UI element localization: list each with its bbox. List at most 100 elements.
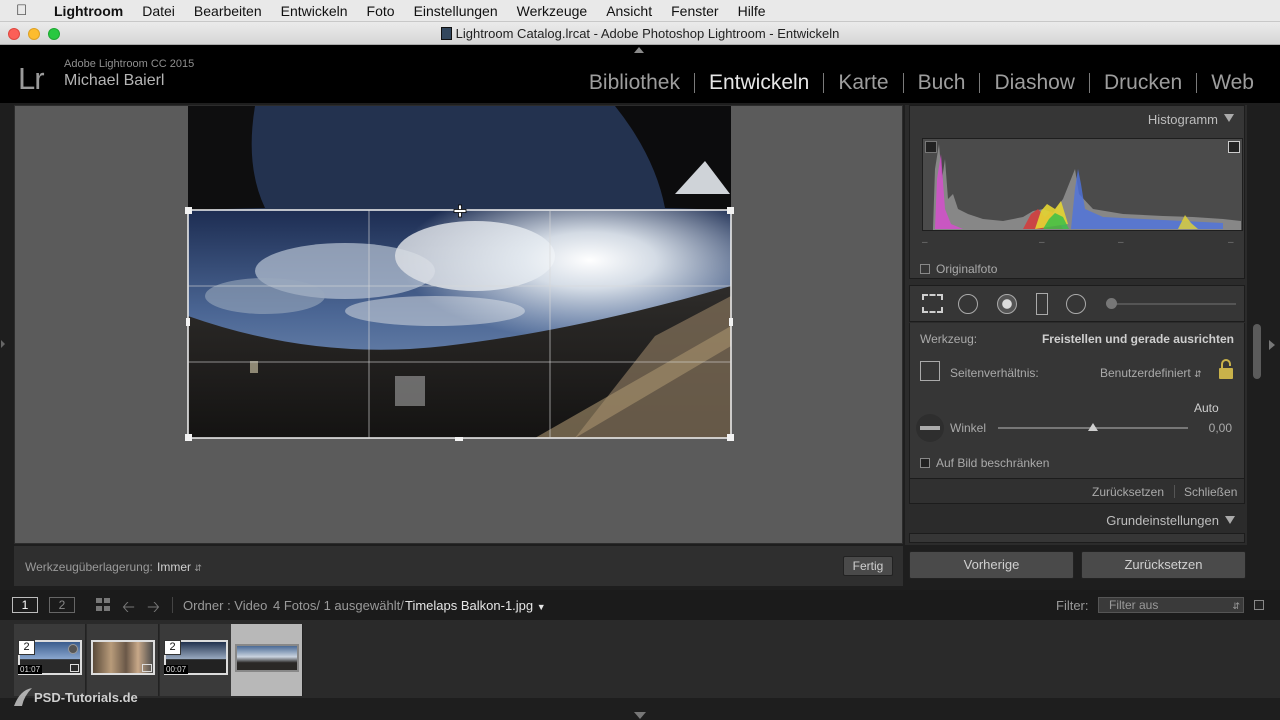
video-duration: 01:07 <box>18 665 43 674</box>
filmstrip-thumbnail[interactable] <box>235 644 299 672</box>
collapse-filmstrip-icon[interactable] <box>634 712 646 719</box>
aspect-ratio-label: Seitenverhältnis: <box>950 366 1039 380</box>
original-photo-checkbox[interactable]: Originalfoto <box>920 262 997 276</box>
source-folder[interactable]: Ordner : Video <box>183 598 267 613</box>
menu-item-ansicht[interactable]: Ansicht <box>606 3 652 19</box>
angle-label: Winkel <box>950 421 987 435</box>
video-badge-icon <box>70 664 79 672</box>
collapse-triangle-icon[interactable] <box>1225 516 1235 524</box>
done-button[interactable]: Fertig <box>843 556 893 576</box>
second-window-button[interactable]: 2 <box>49 597 75 613</box>
menu-item-werkzeuge[interactable]: Werkzeuge <box>517 3 588 19</box>
auto-button[interactable]: Auto <box>1194 401 1219 415</box>
module-picker: Bibliothek Entwickeln Karte Buch Diashow… <box>575 71 1268 95</box>
module-web[interactable]: Web <box>1197 71 1268 95</box>
histogram-value-1: – <box>922 237 928 248</box>
radial-filter-tool-icon[interactable] <box>1066 294 1086 314</box>
watermark-text: PSD-Tutorials.de <box>34 690 138 705</box>
menu-app-name[interactable]: Lightroom <box>54 3 123 19</box>
crop-overlay-tool-icon[interactable] <box>922 294 943 313</box>
updown-chevron-icon: ⇵ <box>1232 601 1240 611</box>
menu-item-bearbeiten[interactable]: Bearbeiten <box>194 3 262 19</box>
straighten-tool-icon[interactable] <box>916 414 944 442</box>
graduated-filter-tool-icon[interactable] <box>1036 293 1048 315</box>
window-title-text: Lightroom Catalog.lrcat - Adobe Photosho… <box>455 26 840 41</box>
left-panel-toggle-icon[interactable] <box>1 340 5 348</box>
right-panel: Histogramm – – – – Originalfoto Werkzeug… <box>905 105 1247 545</box>
crop-preview[interactable] <box>15 106 904 545</box>
watermark-logo-icon <box>12 686 34 708</box>
module-buch[interactable]: Buch <box>904 71 980 95</box>
collapse-triangle-icon[interactable] <box>1224 114 1234 122</box>
basic-panel-body <box>909 533 1245 543</box>
histogram-value-2: – <box>1039 237 1045 248</box>
filter-select[interactable]: Filter aus ⇵ <box>1098 597 1244 613</box>
menu-item-datei[interactable]: Datei <box>142 3 175 19</box>
toolbar: Werkzeugüberlagerung: Immer ⇵ Fertig <box>14 546 903 586</box>
spot-removal-tool-icon[interactable] <box>958 294 978 314</box>
reset-all-button[interactable]: Zurücksetzen <box>1081 551 1246 579</box>
window-title: Lightroom Catalog.lrcat - Adobe Photosho… <box>0 26 1280 41</box>
video-duration: 00:07 <box>164 665 189 674</box>
crop-close-button[interactable]: Schließen <box>1184 485 1237 499</box>
red-eye-tool-icon[interactable] <box>997 294 1017 314</box>
module-karte[interactable]: Karte <box>824 71 902 95</box>
grid-view-icon[interactable] <box>96 598 111 612</box>
selected-filename[interactable]: Timelaps Balkon-1.jpg ▼ <box>405 598 546 613</box>
tool-label: Werkzeug: <box>920 332 978 346</box>
image-canvas[interactable] <box>14 105 903 544</box>
constrain-to-image-checkbox[interactable]: Auf Bild beschränken <box>920 456 1049 470</box>
histogram-title[interactable]: Histogramm <box>1148 112 1218 127</box>
lock-icon[interactable] <box>1218 359 1234 380</box>
previous-settings-button[interactable]: Vorherige <box>909 551 1074 579</box>
window-title-bar: Lightroom Catalog.lrcat - Adobe Photosho… <box>0 22 1280 45</box>
menu-item-einstellungen[interactable]: Einstellungen <box>414 3 498 19</box>
filmstrip: 2 01:07 2 00:07 <box>0 620 1280 698</box>
lightroom-logo: Lr <box>18 61 45 96</box>
apple-icon[interactable]:  <box>16 2 38 19</box>
menu-item-foto[interactable]: Foto <box>367 3 395 19</box>
crop-frame-tool-icon[interactable] <box>920 361 940 381</box>
basic-panel-header[interactable]: Grundeinstellungen <box>909 509 1245 535</box>
filter-lock-icon[interactable] <box>1254 600 1264 610</box>
aspect-ratio-value: Benutzerdefiniert <box>1100 366 1191 380</box>
right-panel-toggle-icon[interactable] <box>1269 340 1275 350</box>
updown-chevron-icon: ⇵ <box>194 563 202 573</box>
forward-arrow-icon[interactable]: 🡢 <box>147 596 160 623</box>
catalog-document-icon <box>440 27 452 40</box>
tool-overlay-select[interactable]: Immer ⇵ <box>157 560 202 574</box>
angle-slider-thumb[interactable] <box>1088 423 1098 431</box>
histogram-panel: Histogramm – – – – Originalfoto <box>909 105 1245 279</box>
module-entwickeln[interactable]: Entwickeln <box>695 71 823 95</box>
watermark: PSD-Tutorials.de <box>14 686 138 708</box>
right-panel-scrollbar[interactable] <box>1253 324 1261 379</box>
basic-panel-title: Grundeinstellungen <box>1106 513 1219 528</box>
collapse-top-panel-icon[interactable] <box>634 47 644 53</box>
menu-item-hilfe[interactable]: Hilfe <box>738 3 766 19</box>
aspect-ratio-select[interactable]: Benutzerdefiniert ⇵ <box>1100 366 1202 380</box>
crop-reset-button[interactable]: Zurücksetzen <box>1092 485 1164 499</box>
stack-count-badge: 2 <box>18 640 35 655</box>
highlight-clipping-indicator[interactable] <box>1228 141 1240 153</box>
menu-item-fenster[interactable]: Fenster <box>671 3 718 19</box>
filmstrip-cell[interactable]: 2 00:07 <box>160 624 232 696</box>
shadow-clipping-indicator[interactable] <box>925 141 937 153</box>
lightroom-version: Adobe Lightroom CC 2015 <box>64 58 195 70</box>
back-arrow-icon[interactable]: 🡠 <box>122 596 135 623</box>
adjustment-brush-tool-icon[interactable] <box>1106 298 1117 309</box>
filmstrip-cell-selected[interactable] <box>231 624 303 696</box>
stack-count-badge: 2 <box>164 640 181 655</box>
angle-value[interactable]: 0,00 <box>1209 421 1232 435</box>
menu-item-entwickeln[interactable]: Entwickeln <box>281 3 348 19</box>
tool-overlay-value: Immer <box>157 560 191 574</box>
histogram-value-4: – <box>1228 237 1234 248</box>
main-window-button[interactable]: 1 <box>12 597 38 613</box>
checkbox-icon <box>920 264 930 274</box>
module-bibliothek[interactable]: Bibliothek <box>575 71 694 95</box>
adjustment-brush-slider[interactable] <box>1108 303 1236 305</box>
module-drucken[interactable]: Drucken <box>1090 71 1196 95</box>
tool-overlay-label: Werkzeugüberlagerung: <box>25 560 153 574</box>
histogram-chart[interactable] <box>922 138 1243 231</box>
tool-name: Freistellen und gerade ausrichten <box>1041 332 1234 346</box>
module-diashow[interactable]: Diashow <box>980 71 1089 95</box>
